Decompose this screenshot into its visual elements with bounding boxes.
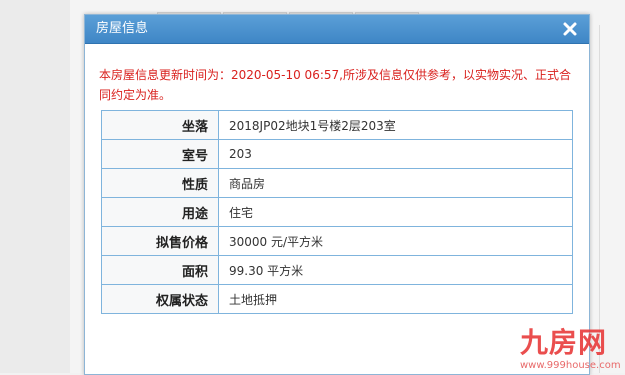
row-label: 权属状态 bbox=[101, 284, 219, 314]
row-label: 用途 bbox=[101, 197, 219, 227]
house-info-table: 坐落 2018JP02地块1号楼2层203室 室号 203 性质 商品房 用途 … bbox=[101, 110, 573, 314]
row-value: 土地抵押 bbox=[218, 284, 573, 314]
watermark-url: www.999house.com bbox=[520, 360, 621, 371]
house-info-dialog: 房屋信息 本房屋信息更新时间为：2020-05-10 06:57,所涉及信息仅供… bbox=[84, 14, 590, 375]
row-value: 30000 元/平方米 bbox=[218, 226, 573, 256]
table-row: 用途 住宅 bbox=[101, 197, 573, 227]
row-label: 坐落 bbox=[101, 110, 219, 140]
row-value: 99.30 平方米 bbox=[218, 255, 573, 285]
table-row: 拟售价格 30000 元/平方米 bbox=[101, 226, 573, 256]
watermark-logo: 九房网 bbox=[520, 326, 608, 359]
dialog-title: 房屋信息 bbox=[96, 21, 149, 36]
background-left-strip bbox=[0, 0, 70, 373]
row-label: 面积 bbox=[101, 255, 219, 285]
row-label: 性质 bbox=[101, 168, 219, 198]
update-notice: 本房屋信息更新时间为：2020-05-10 06:57,所涉及信息仅供参考，以实… bbox=[99, 68, 571, 102]
table-row: 坐落 2018JP02地块1号楼2层203室 bbox=[101, 110, 573, 140]
row-value: 商品房 bbox=[218, 168, 573, 198]
close-icon[interactable] bbox=[561, 20, 579, 38]
dialog-titlebar: 房屋信息 bbox=[85, 15, 589, 44]
row-value: 住宅 bbox=[218, 197, 573, 227]
table-row: 室号 203 bbox=[101, 139, 573, 169]
row-label: 室号 bbox=[101, 139, 219, 169]
table-row: 面积 99.30 平方米 bbox=[101, 255, 573, 285]
table-row: 权属状态 土地抵押 bbox=[101, 284, 573, 314]
site-watermark: 九房网 www.999house.com bbox=[520, 328, 621, 372]
row-label: 拟售价格 bbox=[101, 226, 219, 256]
row-value: 203 bbox=[218, 139, 573, 169]
row-value: 2018JP02地块1号楼2层203室 bbox=[218, 110, 573, 140]
table-row: 性质 商品房 bbox=[101, 168, 573, 198]
background-divider bbox=[599, 25, 600, 373]
